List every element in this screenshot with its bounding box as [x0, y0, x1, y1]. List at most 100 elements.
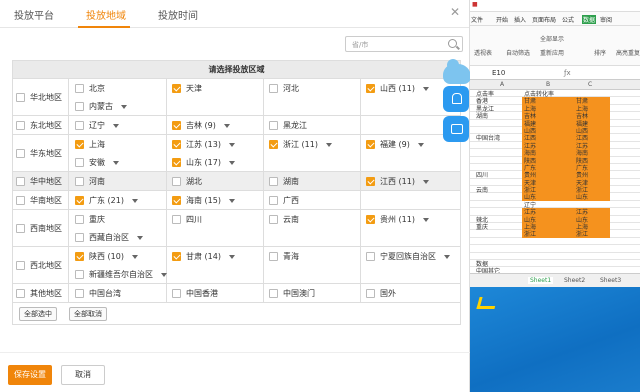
ribbon-tool[interactable]: 自动筛选	[506, 48, 530, 57]
province-item[interactable]: 广东 (21)	[75, 195, 138, 206]
ribbon-tool[interactable]: 高亮重复	[616, 48, 640, 57]
bell-icon[interactable]	[443, 86, 469, 112]
checkbox-icon[interactable]	[16, 92, 25, 102]
checkbox-icon[interactable]	[172, 289, 181, 298]
chat-icon[interactable]	[443, 116, 469, 142]
search-icon[interactable]	[448, 39, 457, 48]
checkbox-icon[interactable]	[172, 84, 181, 93]
select-all-button[interactable]: 全部选中	[19, 307, 57, 321]
search-input[interactable]: 省/市	[345, 36, 463, 52]
checkbox-icon[interactable]	[75, 84, 84, 93]
province-item[interactable]: 云南	[269, 214, 299, 225]
folder-icon[interactable]	[476, 297, 498, 309]
region-checkbox[interactable]: 华中地区	[16, 176, 68, 187]
province-item[interactable]: 辽宁	[75, 120, 119, 131]
checkbox-icon[interactable]	[269, 289, 278, 298]
province-item[interactable]: 湖南	[269, 176, 299, 187]
ribbon-tool[interactable]: 全部显示	[540, 34, 564, 43]
checkbox-icon[interactable]	[269, 84, 278, 93]
ribbon-tab[interactable]: 文件	[471, 15, 483, 24]
province-item[interactable]: 黑龙江	[269, 120, 307, 131]
province-item[interactable]: 新疆维吾尔自治区	[75, 269, 167, 280]
province-item[interactable]: 吉林 (9)	[172, 120, 230, 131]
ribbon-tab[interactable]: 开始	[496, 15, 508, 24]
province-item[interactable]: 山西 (11)	[366, 83, 429, 94]
checkbox-icon[interactable]	[75, 158, 84, 167]
checkbox-icon[interactable]	[172, 140, 181, 149]
checkbox-icon[interactable]	[75, 121, 84, 130]
chevron-down-icon[interactable]	[131, 198, 138, 203]
province-item[interactable]: 四川	[172, 214, 202, 225]
checkbox-icon[interactable]	[16, 176, 25, 186]
ribbon-tab[interactable]: 页面布局	[532, 15, 556, 24]
region-checkbox[interactable]: 华东地区	[16, 148, 68, 159]
region-checkbox[interactable]: 西南地区	[16, 223, 68, 234]
checkbox-icon[interactable]	[75, 196, 84, 205]
chevron-down-icon[interactable]	[121, 104, 127, 109]
ribbon-tool[interactable]: 排序	[594, 48, 606, 57]
province-item[interactable]: 中国香港	[172, 288, 218, 299]
chevron-down-icon[interactable]	[161, 272, 167, 277]
chevron-down-icon[interactable]	[417, 142, 424, 147]
ribbon-tab[interactable]: 插入	[514, 15, 526, 24]
checkbox-icon[interactable]	[366, 140, 375, 149]
chevron-down-icon[interactable]	[422, 86, 429, 91]
checkbox-icon[interactable]	[269, 252, 278, 261]
province-item[interactable]: 重庆	[75, 214, 105, 225]
province-item[interactable]: 内蒙古	[75, 101, 127, 112]
ribbon-tab[interactable]: 数据	[582, 15, 597, 24]
ribbon-tool[interactable]: 透视表	[474, 48, 492, 57]
ribbon-tab[interactable]: 审阅	[600, 15, 612, 24]
checkbox-icon[interactable]	[172, 215, 181, 224]
region-checkbox[interactable]: 华北地区	[16, 92, 68, 103]
checkbox-icon[interactable]	[16, 288, 25, 298]
tab-region[interactable]: 投放地域	[86, 7, 126, 22]
province-item[interactable]: 广西	[269, 195, 299, 206]
checkbox-icon[interactable]	[269, 140, 278, 149]
chevron-down-icon[interactable]	[228, 160, 235, 165]
province-item[interactable]: 安徽	[75, 157, 119, 168]
region-checkbox[interactable]: 西北地区	[16, 260, 68, 271]
checkbox-icon[interactable]	[172, 252, 181, 261]
deselect-all-button[interactable]: 全部取消	[69, 307, 107, 321]
province-item[interactable]: 湖北	[172, 176, 202, 187]
province-item[interactable]: 西藏自治区	[75, 232, 143, 243]
checkbox-icon[interactable]	[75, 270, 84, 279]
chevron-down-icon[interactable]	[137, 235, 143, 240]
province-item[interactable]: 海南 (15)	[172, 195, 235, 206]
province-item[interactable]: 青海	[269, 251, 299, 262]
checkbox-icon[interactable]	[16, 148, 25, 158]
chevron-down-icon[interactable]	[422, 217, 429, 222]
chevron-down-icon[interactable]	[228, 198, 235, 203]
checkbox-icon[interactable]	[366, 289, 375, 298]
checkbox-icon[interactable]	[269, 121, 278, 130]
checkbox-icon[interactable]	[75, 252, 84, 261]
province-item[interactable]: 北京	[75, 83, 105, 94]
cell-ref[interactable]: E10	[492, 69, 505, 77]
ribbon-tab[interactable]: 公式	[562, 15, 574, 24]
province-item[interactable]: 国外	[366, 288, 396, 299]
checkbox-icon[interactable]	[269, 196, 278, 205]
region-checkbox[interactable]: 东北地区	[16, 120, 68, 131]
checkbox-icon[interactable]	[172, 121, 181, 130]
cancel-button[interactable]: 取消	[61, 365, 105, 385]
checkbox-icon[interactable]	[269, 215, 278, 224]
column-header[interactable]: B	[546, 81, 550, 88]
province-item[interactable]: 福建 (9)	[366, 139, 424, 150]
close-icon[interactable]: ✕	[450, 5, 460, 19]
province-item[interactable]: 中国台湾	[75, 288, 121, 299]
province-item[interactable]: 浙江 (11)	[269, 139, 332, 150]
checkbox-icon[interactable]	[366, 252, 375, 261]
checkbox-icon[interactable]	[16, 223, 25, 233]
tab-platform[interactable]: 投放平台	[14, 7, 54, 22]
checkbox-icon[interactable]	[16, 195, 25, 205]
province-item[interactable]: 宁夏回族自治区	[366, 251, 450, 262]
province-item[interactable]: 贵州 (11)	[366, 214, 429, 225]
chevron-down-icon[interactable]	[228, 142, 235, 147]
chevron-down-icon[interactable]	[228, 254, 235, 259]
cloud-icon[interactable]	[443, 59, 471, 84]
chevron-down-icon[interactable]	[223, 123, 230, 128]
chevron-down-icon[interactable]	[422, 179, 429, 184]
checkbox-icon[interactable]	[75, 177, 84, 186]
checkbox-icon[interactable]	[172, 196, 181, 205]
